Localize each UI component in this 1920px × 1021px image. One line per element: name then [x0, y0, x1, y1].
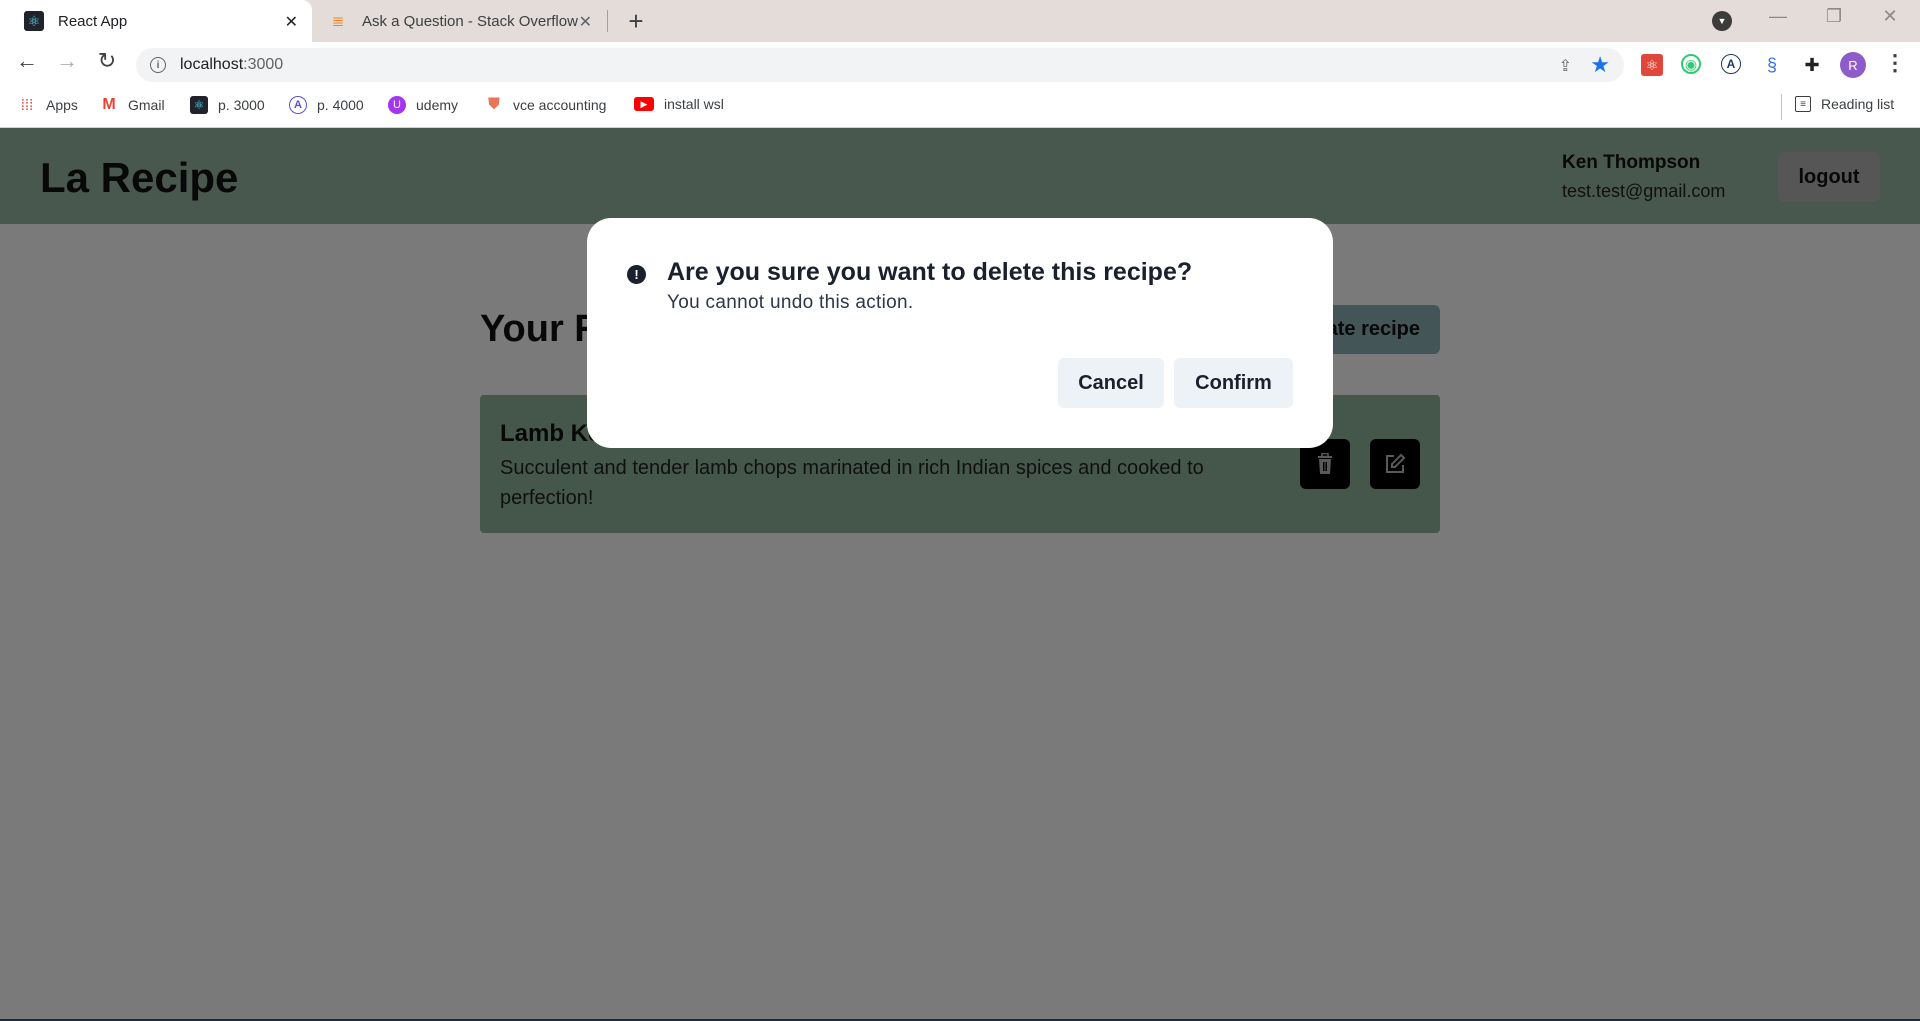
tab-react-app[interactable]: ⚛ React App ✕ — [0, 0, 312, 42]
react-devtools-extension-icon[interactable]: ⚛ — [1641, 54, 1663, 76]
browser-toolbar: ← → ↻ i localhost:3000 ⇪ ★ ⚛ ◉ A § ✚ R ⋮ — [0, 42, 1920, 86]
close-window-button[interactable]: ✕ — [1870, 6, 1910, 27]
youtube-icon: ▶ — [634, 97, 654, 111]
delete-confirmation-dialog: ! Are you sure you want to delete this r… — [587, 218, 1333, 448]
confirm-button[interactable]: Confirm — [1174, 358, 1293, 408]
restore-button[interactable]: ❐ — [1814, 6, 1854, 27]
bookmark-p3000[interactable]: ⚛ p. 3000 — [190, 96, 265, 114]
bookmark-install-wsl[interactable]: ▶ install wsl — [634, 96, 724, 112]
share-icon[interactable]: ⇪ — [1559, 56, 1572, 76]
back-button[interactable]: ← — [12, 48, 42, 74]
close-tab-icon[interactable]: ✕ — [579, 12, 592, 32]
bookmark-p4000[interactable]: A p. 4000 — [289, 96, 364, 114]
tab-stack-overflow[interactable]: ≣ Ask a Question - Stack Overflow ✕ — [318, 0, 606, 42]
react-icon: ⚛ — [190, 96, 208, 114]
udemy-icon: U — [388, 96, 406, 114]
reading-list-button[interactable]: ≡ Reading list — [1795, 96, 1894, 112]
warning-icon: ! — [627, 265, 646, 284]
a-extension-icon[interactable]: A — [1721, 54, 1741, 74]
react-icon: ⚛ — [24, 11, 44, 31]
bookmark-apps[interactable]: ⁞⁞⁞ Apps — [18, 96, 78, 114]
reading-list-icon: ≡ — [1795, 96, 1811, 112]
bookmark-vce-accounting[interactable]: ⛊ vce accounting — [485, 96, 606, 114]
profile-avatar[interactable]: R — [1840, 52, 1866, 78]
extensions-puzzle-icon[interactable]: ✚ — [1801, 54, 1823, 76]
bookmark-star-icon[interactable]: ★ — [1590, 52, 1610, 78]
shield-icon: ⛊ — [487, 96, 500, 113]
browser-tab-strip: ⚛ React App ✕ ≣ Ask a Question - Stack O… — [0, 0, 1920, 42]
bookmark-udemy[interactable]: U udemy — [388, 96, 458, 114]
orbit-extension-icon[interactable]: ◉ — [1681, 54, 1701, 74]
browser-menu-icon[interactable]: ⋮ — [1884, 50, 1906, 76]
site-info-icon[interactable]: i — [150, 57, 166, 73]
tab-title: Ask a Question - Stack Overflow — [362, 12, 578, 30]
dialog-message: You cannot undo this action. — [667, 292, 914, 313]
bookmark-gmail[interactable]: M Gmail — [100, 96, 164, 114]
close-tab-icon[interactable]: ✕ — [285, 12, 298, 32]
tab-divider — [607, 10, 608, 32]
forward-button[interactable]: → — [52, 48, 82, 74]
tab-search-icon[interactable]: ▼ — [1712, 11, 1732, 31]
stackoverflow-icon: ≣ — [331, 13, 345, 30]
a-circle-icon: A — [289, 96, 307, 114]
url-text: localhost:3000 — [180, 56, 284, 73]
dialog-title: Are you sure you want to delete this rec… — [667, 258, 1193, 286]
address-bar[interactable]: i localhost:3000 ⇪ ★ — [136, 48, 1624, 82]
reload-button[interactable]: ↻ — [92, 48, 122, 74]
new-tab-button[interactable]: + — [622, 6, 650, 37]
cancel-button[interactable]: Cancel — [1058, 358, 1164, 408]
minimize-button[interactable]: — — [1758, 6, 1798, 27]
tab-title: React App — [58, 12, 128, 30]
link-extension-icon[interactable]: § — [1761, 54, 1783, 76]
bookmarks-divider — [1781, 94, 1782, 120]
gmail-icon: M — [102, 96, 116, 113]
apps-grid-icon: ⁞⁞⁞ — [20, 96, 34, 114]
bookmarks-bar: ⁞⁞⁞ Apps M Gmail ⚛ p. 3000 A p. 4000 U u… — [0, 86, 1920, 128]
